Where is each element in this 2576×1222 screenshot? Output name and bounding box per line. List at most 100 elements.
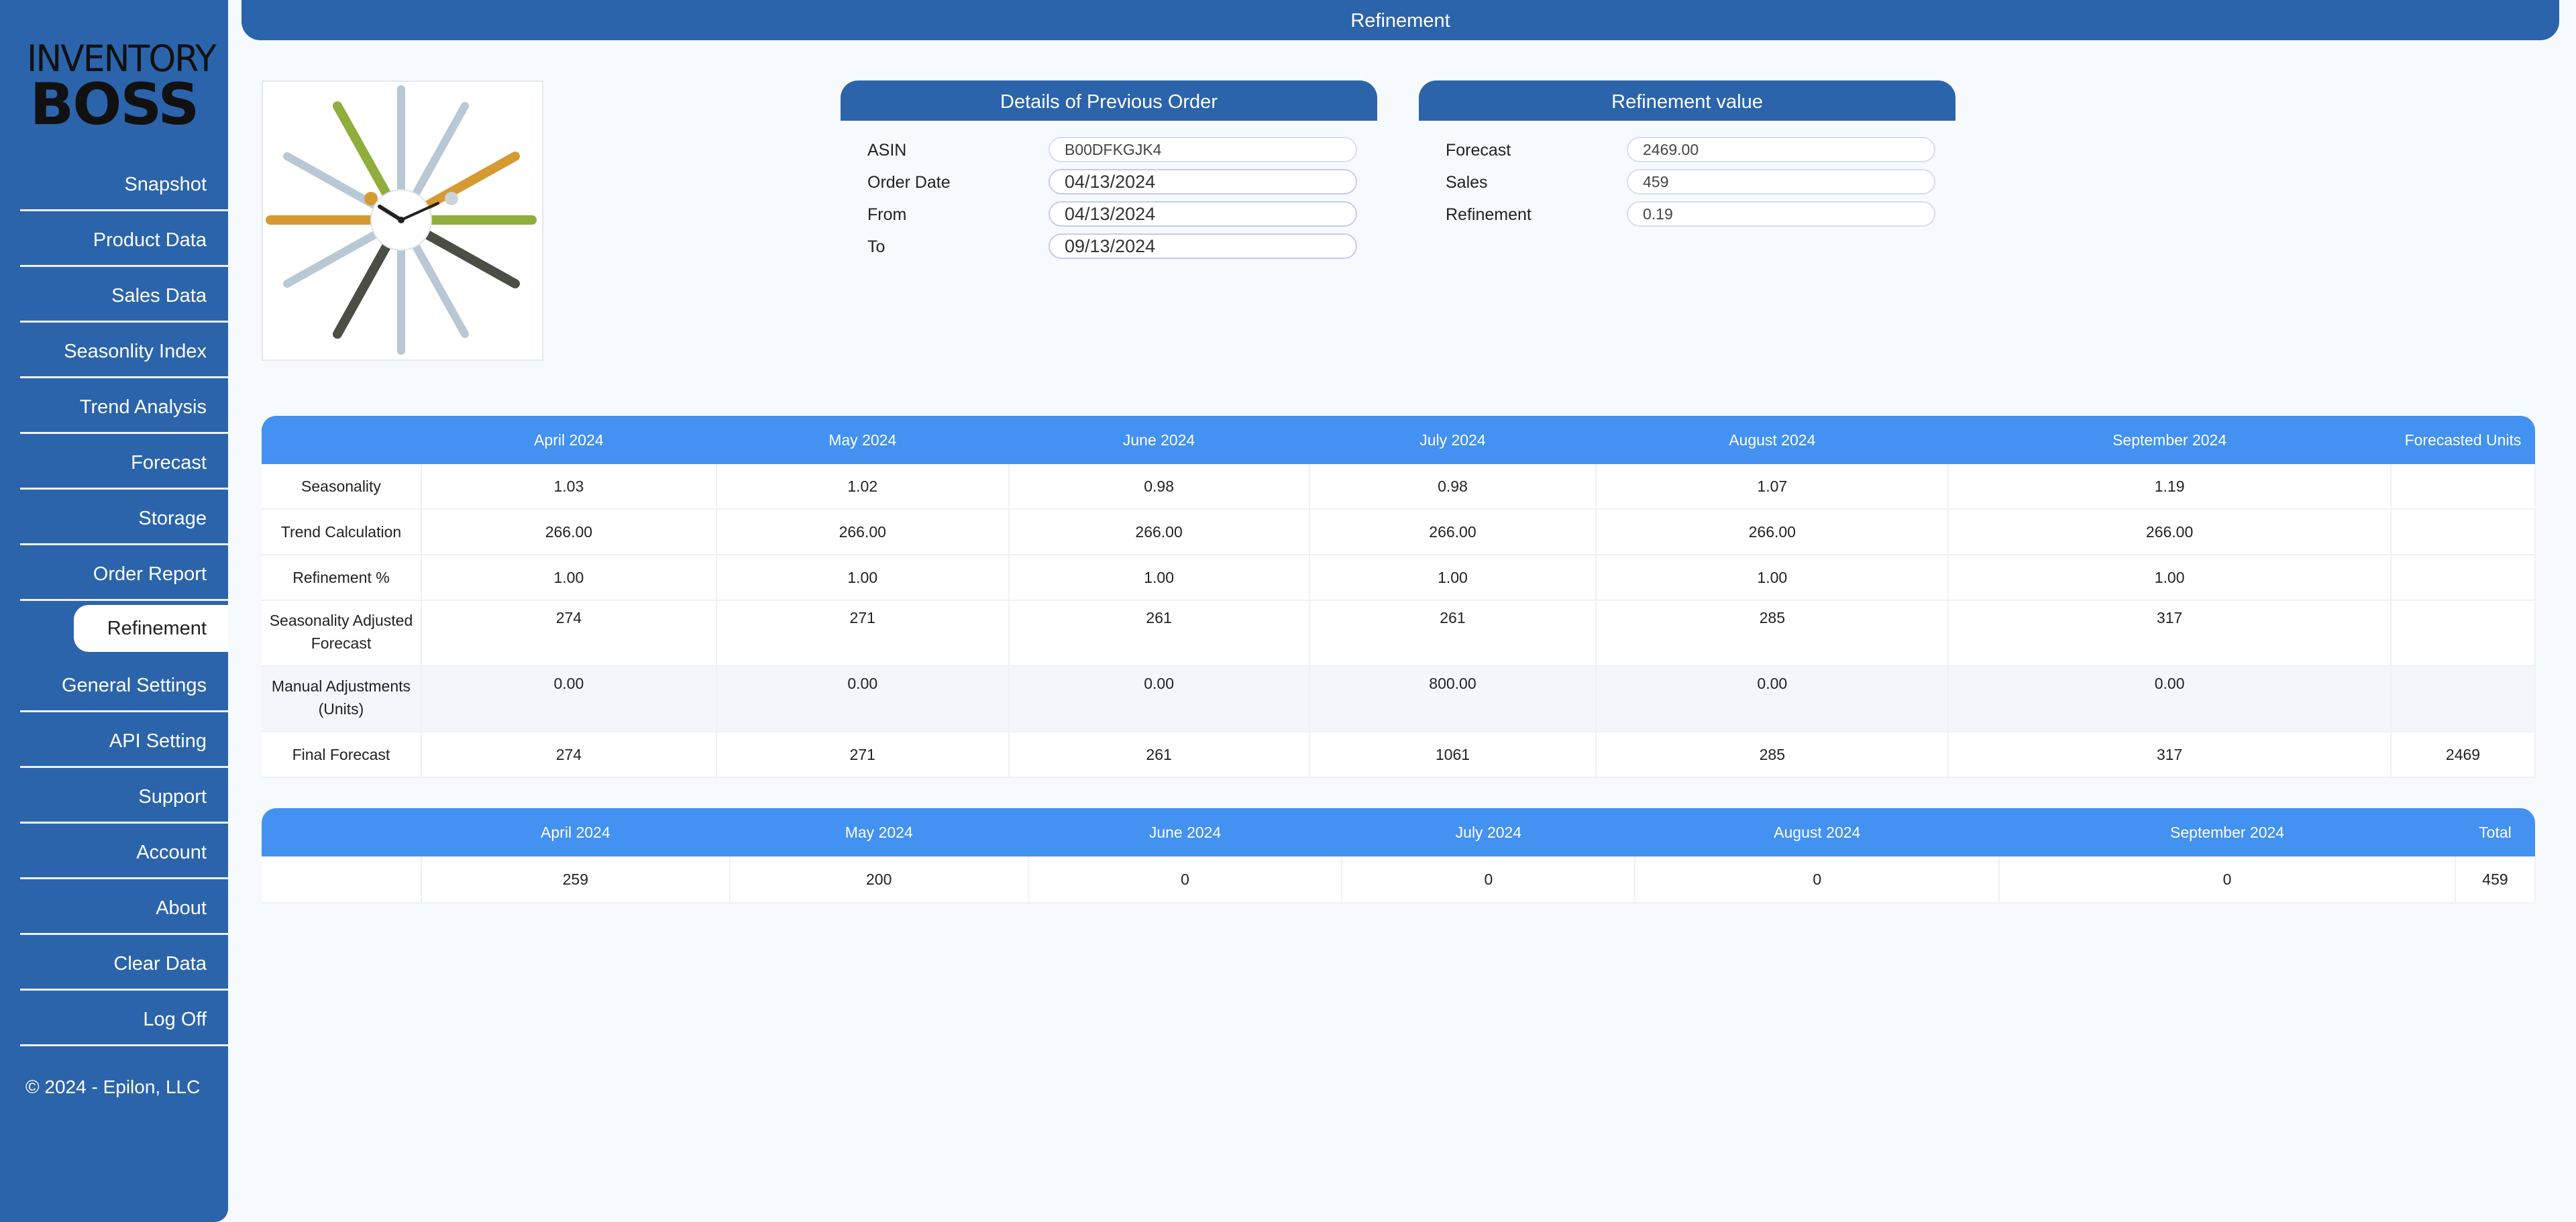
column-header: August 2024 xyxy=(1596,416,1949,464)
to-date-input[interactable]: 09/13/2024 xyxy=(1049,233,1357,259)
sidebar-item-account[interactable]: Account xyxy=(20,824,228,879)
sidebar-item-about[interactable]: About xyxy=(20,879,228,935)
table-cell: 0.98 xyxy=(1309,464,1597,510)
sidebar-item-order-report[interactable]: Order Report xyxy=(20,545,228,601)
to-date-label: To xyxy=(867,237,885,256)
refinement-field: Refinement 0.19 xyxy=(1446,199,1955,231)
sidebar-item-support[interactable]: Support xyxy=(20,768,228,824)
sidebar-item-seasonality-index[interactable]: Seasonlity Index xyxy=(20,323,228,378)
table-cell: 0.98 xyxy=(1008,464,1310,510)
from-date-input[interactable]: 04/13/2024 xyxy=(1049,201,1357,227)
page-title: Refinement xyxy=(241,0,2559,40)
row-label: Seasonality xyxy=(262,464,422,510)
table-cell: 0 xyxy=(1999,856,2456,903)
table-cell: 459 xyxy=(2455,856,2536,903)
table-cell: 261 xyxy=(1309,600,1597,667)
sidebar-item-log-off[interactable]: Log Off xyxy=(20,991,228,1046)
table-cell: 274 xyxy=(421,732,717,778)
sales-label: Sales xyxy=(1446,173,1488,192)
sidebar: INVENTORY BOSS Snapshot Product Data Sal… xyxy=(0,0,228,1222)
table-cell: 266.00 xyxy=(1596,509,1949,555)
sidebar-item-trend-analysis[interactable]: Trend Analysis xyxy=(20,378,228,434)
sidebar-item-storage[interactable]: Storage xyxy=(20,490,228,545)
forecast-field: Forecast 2469.00 xyxy=(1446,134,1955,166)
to-date-field: To 09/13/2024 xyxy=(867,231,1377,263)
sidebar-item-sales-data[interactable]: Sales Data xyxy=(20,267,228,323)
table-cell: 259 xyxy=(421,856,731,903)
table-cell xyxy=(2391,555,2536,601)
refinement-label: Refinement xyxy=(1446,205,1532,224)
table-cell: 266.00 xyxy=(1948,509,2392,555)
logo-line1: INVENTORY xyxy=(27,38,217,80)
table-cell: 1.00 xyxy=(421,555,717,601)
sidebar-item-forecast[interactable]: Forecast xyxy=(20,434,228,490)
logo-line2: BOSS xyxy=(30,71,200,138)
order-date-field: Order Date 04/13/2024 xyxy=(867,166,1377,199)
column-header: June 2024 xyxy=(1028,808,1342,856)
table-cell[interactable]: 0.00 xyxy=(1948,666,2392,732)
order-date-input[interactable]: 04/13/2024 xyxy=(1049,169,1357,195)
table-cell: 285 xyxy=(1596,600,1949,667)
table-row: Trend Calculation 266.00 266.00 266.00 2… xyxy=(262,509,2536,555)
table-row: Manual Adjustments (Units) 0.00 0.00 0.0… xyxy=(262,666,2536,732)
table-cell: 1.07 xyxy=(1596,464,1949,510)
column-header xyxy=(262,808,421,856)
sidebar-nav: Snapshot Product Data Sales Data Seasonl… xyxy=(20,156,228,1046)
sidebar-item-snapshot[interactable]: Snapshot xyxy=(20,156,228,211)
table-row: Refinement % 1.00 1.00 1.00 1.00 1.00 1.… xyxy=(262,555,2536,601)
row-label: Final Forecast xyxy=(262,732,422,778)
table-cell: 266.00 xyxy=(1309,509,1597,555)
asin-label: ASIN xyxy=(867,141,907,160)
column-header: July 2024 xyxy=(1309,416,1597,464)
asin-field: ASIN B00DFKGJK4 xyxy=(867,134,1377,166)
table-cell xyxy=(2391,600,2536,667)
row-label: Trend Calculation xyxy=(262,509,422,555)
table-cell: 1.00 xyxy=(1596,555,1949,601)
table-cell: 271 xyxy=(716,732,1010,778)
table-cell: 0 xyxy=(1342,856,1636,903)
table-cell: 271 xyxy=(716,600,1010,667)
refinement-input[interactable]: 0.19 xyxy=(1627,201,1935,227)
row-label xyxy=(262,856,422,903)
table-cell[interactable]: 0.00 xyxy=(716,666,1010,732)
table-cell: 1.03 xyxy=(421,464,717,510)
table-cell[interactable]: 0.00 xyxy=(1596,666,1949,732)
previous-order-panel: Details of Previous Order ASIN B00DFKGJK… xyxy=(841,80,1377,263)
table-cell xyxy=(2391,666,2536,732)
sidebar-item-api-setting[interactable]: API Setting xyxy=(20,712,228,768)
column-header: May 2024 xyxy=(716,416,1009,464)
column-header: September 2024 xyxy=(1999,808,2455,856)
table-cell: 266.00 xyxy=(421,509,717,555)
table-cell: 274 xyxy=(421,600,717,667)
sales-table-header: April 2024 May 2024 June 2024 July 2024 … xyxy=(262,808,2535,856)
sidebar-item-refinement[interactable]: Refinement xyxy=(74,605,228,652)
from-date-label: From xyxy=(867,205,907,224)
table-cell: 1061 xyxy=(1309,732,1597,778)
table-cell xyxy=(2391,509,2536,555)
table-cell xyxy=(2391,464,2536,510)
table-cell: 317 xyxy=(1948,600,2392,667)
table-cell: 261 xyxy=(1008,600,1310,667)
table-cell[interactable]: 800.00 xyxy=(1309,666,1597,732)
refinement-value-title: Refinement value xyxy=(1419,80,1955,121)
column-header: July 2024 xyxy=(1342,808,1635,856)
table-row: 259 200 0 0 0 0 459 xyxy=(262,856,2536,903)
sales-input[interactable]: 459 xyxy=(1627,169,1935,195)
sidebar-item-product-data[interactable]: Product Data xyxy=(20,211,228,267)
row-label: Refinement % xyxy=(262,555,422,601)
sidebar-item-clear-data[interactable]: Clear Data xyxy=(20,935,228,991)
table-cell[interactable]: 0.00 xyxy=(1008,666,1310,732)
column-header: Total xyxy=(2455,808,2535,856)
table-cell: 2469 xyxy=(2391,732,2536,778)
table-cell[interactable]: 0.00 xyxy=(421,666,717,732)
column-header: August 2024 xyxy=(1635,808,2000,856)
copyright-footer: © 2024 - Epilon, LLC xyxy=(25,1076,201,1097)
forecast-input[interactable]: 2469.00 xyxy=(1627,137,1935,162)
sidebar-item-general-settings[interactable]: General Settings xyxy=(20,657,228,712)
table-row: Seasonality 1.03 1.02 0.98 0.98 1.07 1.1… xyxy=(262,464,2536,510)
table-cell: 0 xyxy=(1635,856,2000,903)
refinement-value-panel: Refinement value Forecast 2469.00 Sales … xyxy=(1419,80,1955,231)
table-cell: 1.19 xyxy=(1948,464,2392,510)
asin-input[interactable]: B00DFKGJK4 xyxy=(1049,137,1357,162)
column-header: June 2024 xyxy=(1008,416,1309,464)
